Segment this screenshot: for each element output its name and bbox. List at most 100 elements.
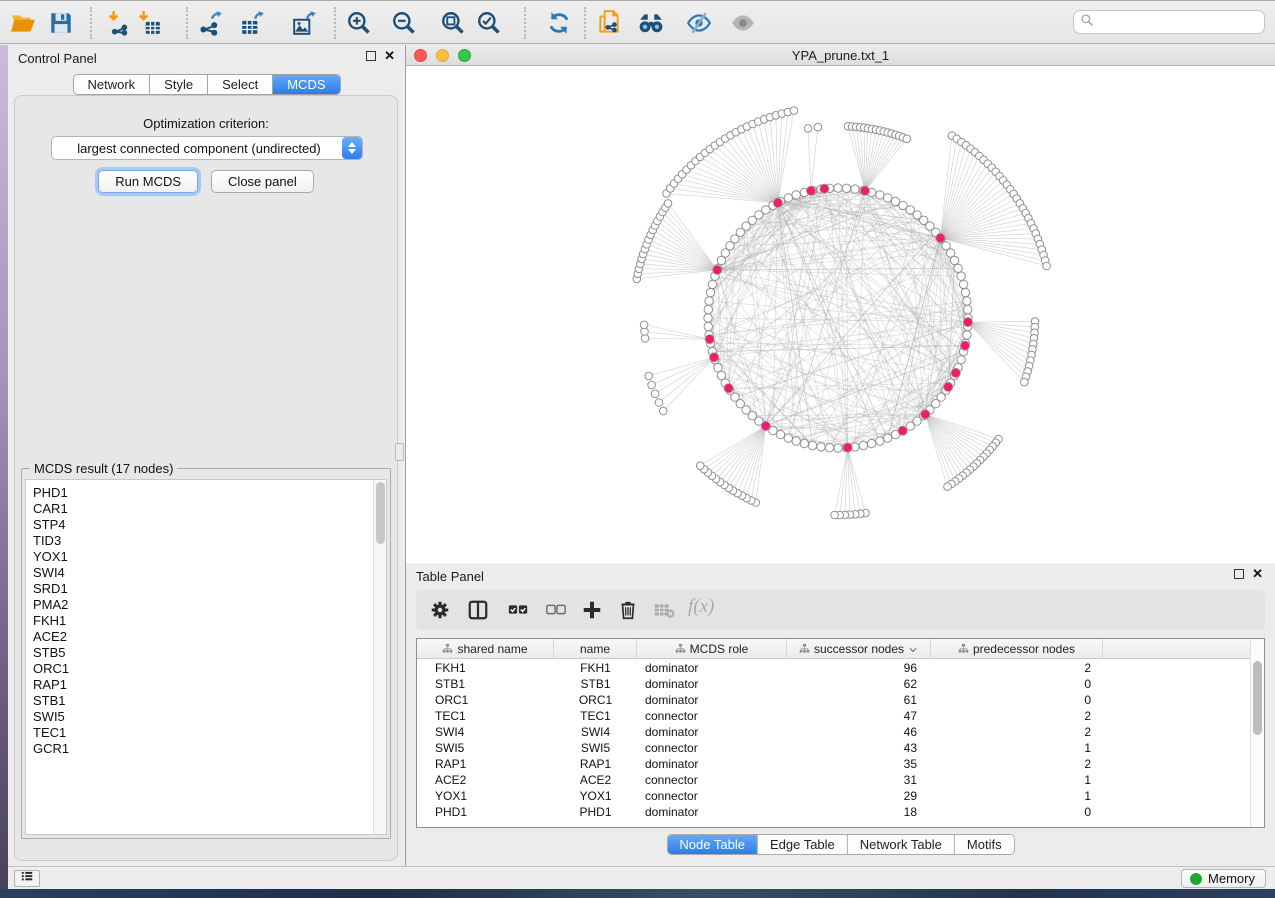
tab-node-table[interactable]: Node Table bbox=[667, 835, 758, 854]
toggle-columns-icon[interactable] bbox=[464, 597, 492, 623]
run-mcds-button[interactable]: Run MCDS bbox=[98, 170, 198, 193]
mcds-list-scrollbar[interactable] bbox=[373, 480, 386, 834]
mcds-result-list[interactable]: PHD1CAR1STP4TID3YOX1SWI4SRD1PMA2FKH1ACE2… bbox=[25, 479, 387, 835]
column-header-name[interactable]: name bbox=[554, 639, 637, 658]
mcds-result-node[interactable]: SWI5 bbox=[26, 709, 386, 725]
cell-shared_name: SWI5 bbox=[417, 741, 554, 755]
cell-predecessor_nodes: 1 bbox=[931, 741, 1103, 755]
cell-successor_nodes: 47 bbox=[787, 709, 931, 723]
table-row[interactable]: SWI5SWI5connector431 bbox=[417, 740, 1264, 756]
tab-mcds[interactable]: MCDS bbox=[273, 75, 339, 94]
search-box[interactable] bbox=[1073, 10, 1265, 34]
mcds-result-node[interactable]: TID3 bbox=[26, 533, 386, 549]
tab-network-table[interactable]: Network Table bbox=[848, 835, 955, 854]
mcds-result-node[interactable]: SRD1 bbox=[26, 581, 386, 597]
export-table-icon[interactable] bbox=[238, 9, 268, 37]
settings-gear-icon[interactable] bbox=[426, 597, 454, 623]
column-header-predecessor-nodes[interactable]: predecessor nodes bbox=[931, 639, 1103, 658]
tab-select[interactable]: Select bbox=[208, 75, 273, 94]
criterion-dropdown[interactable]: largest connected component (undirected) bbox=[51, 136, 363, 160]
column-header-successor-nodes[interactable]: successor nodes bbox=[787, 639, 931, 658]
delete-column-trash-icon[interactable] bbox=[614, 597, 642, 623]
table-row[interactable]: ACE2ACE2connector311 bbox=[417, 772, 1264, 788]
zoom-fit-icon[interactable] bbox=[438, 9, 468, 37]
select-all-checkboxes-icon[interactable] bbox=[504, 597, 532, 623]
zoom-out-icon[interactable] bbox=[389, 9, 419, 37]
table-row[interactable]: YOX1YOX1connector291 bbox=[417, 788, 1264, 804]
hide-unselected-icon[interactable] bbox=[684, 9, 714, 37]
close-panel-icon[interactable]: ✕ bbox=[384, 51, 395, 61]
column-namespace-icon bbox=[799, 643, 810, 654]
import-table-icon[interactable] bbox=[134, 9, 164, 37]
mcds-result-node[interactable]: CAR1 bbox=[26, 501, 386, 517]
cell-name: YOX1 bbox=[554, 789, 637, 803]
search-network-icon[interactable] bbox=[636, 9, 666, 37]
import-network-icon[interactable] bbox=[104, 9, 134, 37]
show-all-icon[interactable] bbox=[728, 9, 758, 37]
mcds-result-node[interactable]: YOX1 bbox=[26, 549, 386, 565]
tab-edge-table[interactable]: Edge Table bbox=[758, 835, 848, 854]
table-scrollbar-thumb[interactable] bbox=[1253, 661, 1262, 735]
zoom-in-icon[interactable] bbox=[344, 9, 374, 37]
cell-mcds_role: dominator bbox=[637, 757, 787, 771]
cell-predecessor_nodes: 0 bbox=[931, 693, 1103, 707]
mcds-result-node[interactable]: TEC1 bbox=[26, 725, 386, 741]
task-history-button[interactable] bbox=[14, 870, 40, 887]
vertical-splitter-handle[interactable] bbox=[395, 443, 404, 461]
zoom-selected-icon[interactable] bbox=[474, 9, 504, 37]
table-row[interactable]: RAP1RAP1dominator352 bbox=[417, 756, 1264, 772]
cell-mcds_role: dominator bbox=[637, 693, 787, 707]
close-panel-button[interactable]: Close panel bbox=[211, 170, 314, 193]
network-window-titlebar[interactable]: YPA_prune.txt_1 bbox=[406, 45, 1275, 66]
node-table-header: shared namenameMCDS role successor nodes p… bbox=[417, 639, 1264, 659]
column-header-label: successor nodes bbox=[814, 642, 904, 656]
mcds-result-node[interactable]: STB1 bbox=[26, 693, 386, 709]
table-panel-window-buttons: ✕ bbox=[1234, 569, 1263, 579]
table-row[interactable]: FKH1FKH1dominator962 bbox=[417, 660, 1264, 676]
mcds-result-node[interactable]: RAP1 bbox=[26, 677, 386, 693]
table-row[interactable]: TEC1TEC1connector472 bbox=[417, 708, 1264, 724]
table-row[interactable]: SWI4SWI4dominator462 bbox=[417, 724, 1264, 740]
sort-descending-icon bbox=[908, 644, 918, 654]
save-session-icon[interactable] bbox=[46, 9, 76, 37]
mcds-result-node[interactable]: GCR1 bbox=[26, 741, 386, 757]
mcds-result-node[interactable]: STP4 bbox=[26, 517, 386, 533]
create-column-plus-icon[interactable] bbox=[578, 597, 606, 623]
close-panel-icon[interactable]: ✕ bbox=[1252, 569, 1263, 579]
deselect-all-checkboxes-icon[interactable] bbox=[542, 597, 570, 623]
search-input[interactable] bbox=[1094, 13, 1264, 31]
float-panel-icon[interactable] bbox=[366, 51, 376, 61]
open-file-icon[interactable] bbox=[8, 9, 38, 37]
cell-successor_nodes: 43 bbox=[787, 741, 931, 755]
table-row[interactable]: ORC1ORC1dominator610 bbox=[417, 692, 1264, 708]
mcds-result-node[interactable]: STB5 bbox=[26, 645, 386, 661]
leaf-nodes[interactable] bbox=[633, 107, 1050, 519]
column-header-shared-name[interactable]: shared name bbox=[417, 639, 554, 658]
tab-network[interactable]: Network bbox=[73, 75, 150, 94]
criterion-dropdown-value: largest connected component (undirected) bbox=[52, 141, 342, 156]
table-row[interactable]: STB1STB1dominator620 bbox=[417, 676, 1264, 692]
mcds-result-node[interactable]: ORC1 bbox=[26, 661, 386, 677]
column-header-MCDS-role[interactable]: MCDS role bbox=[637, 639, 787, 658]
mcds-result-node[interactable]: ACE2 bbox=[26, 629, 386, 645]
memory-button[interactable]: Memory bbox=[1181, 869, 1266, 888]
network-graph[interactable] bbox=[406, 66, 1275, 563]
export-image-icon[interactable] bbox=[290, 9, 320, 37]
tab-motifs[interactable]: Motifs bbox=[955, 835, 1014, 854]
mcds-result-node[interactable]: PMA2 bbox=[26, 597, 386, 613]
refresh-icon[interactable] bbox=[544, 9, 574, 37]
mcds-result-node[interactable]: SWI4 bbox=[26, 565, 386, 581]
export-network-icon[interactable] bbox=[196, 9, 226, 37]
float-panel-icon[interactable] bbox=[1234, 569, 1244, 579]
cell-mcds_role: dominator bbox=[637, 725, 787, 739]
tab-style[interactable]: Style bbox=[150, 75, 208, 94]
mcds-result-node[interactable]: PHD1 bbox=[26, 485, 386, 501]
network-from-document-icon[interactable] bbox=[594, 9, 624, 37]
table-scrollbar[interactable] bbox=[1250, 639, 1264, 827]
network-canvas[interactable] bbox=[406, 66, 1275, 563]
dropdown-stepper-icon bbox=[342, 137, 362, 159]
table-row[interactable]: PHD1PHD1dominator180 bbox=[417, 804, 1264, 820]
mcds-list-scrollbar-thumb[interactable] bbox=[376, 482, 385, 544]
cell-shared_name: STB1 bbox=[417, 677, 554, 691]
mcds-result-node[interactable]: FKH1 bbox=[26, 613, 386, 629]
